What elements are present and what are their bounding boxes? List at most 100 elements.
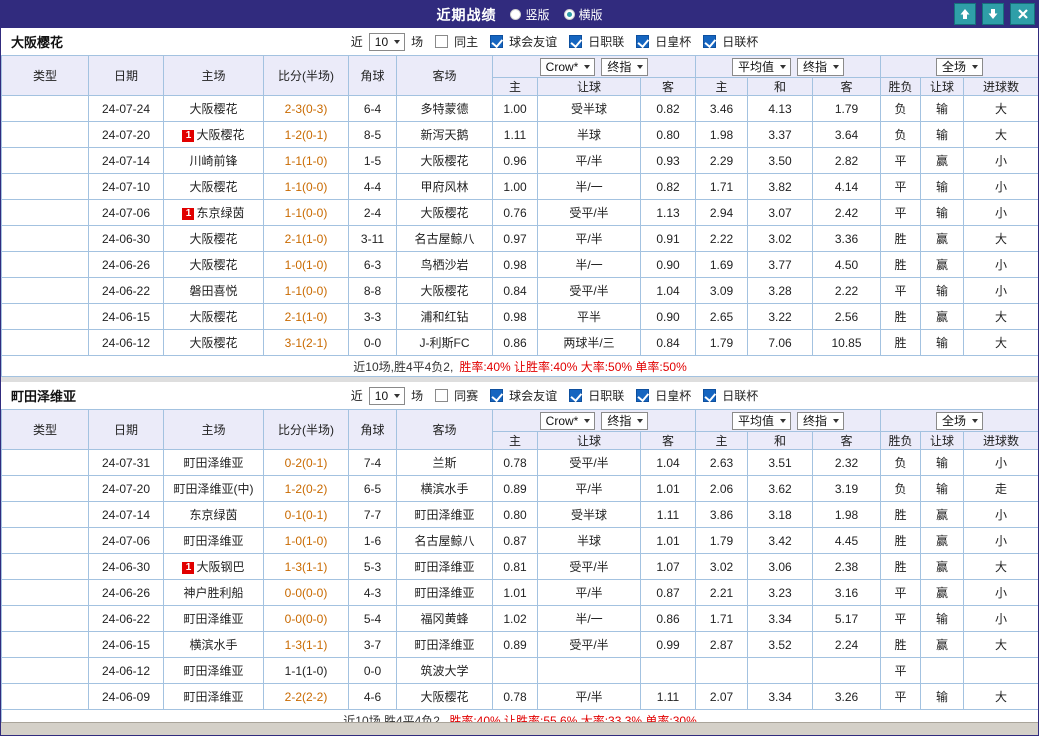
result-cell: 小 [963,277,1038,304]
score-cell: 1-2(0-2) [263,475,349,502]
away-team-name: 横滨水手 [420,482,469,496]
average-odds-cell: 3.51 [747,449,813,476]
date-cell: 24-06-22 [88,605,164,632]
average-odds-cell: 3.86 [695,501,748,528]
column-header: 比分(半场) [263,409,349,450]
matches-label: 场 [411,35,424,49]
league-checkbox-2[interactable] [636,389,650,402]
league-checkbox-0[interactable] [490,389,504,402]
home-team-cell: 大阪樱花 [163,173,264,200]
away-team-name: 多特蒙德 [420,102,469,116]
average-odds-cell: 3.62 [747,475,813,502]
odds-cell: 0.76 [492,199,538,226]
column-header: 让球 [537,431,641,450]
odds-company-select[interactable]: Crow* [539,57,596,76]
league-checkbox-1[interactable] [569,389,583,402]
odds-cell: 受半球 [537,501,641,528]
column-header: 日期 [88,55,164,96]
home-team-cell: 町田泽维亚(中) [163,475,264,502]
same-condition-label: 同赛 [454,389,479,403]
date-cell: 24-06-15 [88,303,164,330]
scope-select[interactable]: 全场 [936,411,984,430]
odds-cell: 0.98 [492,303,538,330]
column-header: 类型 [1,409,89,450]
result-cell: 大 [963,225,1038,252]
result-cell: 胜 [880,631,922,658]
home-team-cell: 磐田喜悦 [163,277,264,304]
match-row: 日职联 24-07-06 1 东京绿茵 1-1(0-0) 2-4 大阪樱花 0.76 受平/半 1… [1,199,1038,226]
scope-select[interactable]: 全场 [936,57,984,76]
column-header: 主场 [163,409,264,450]
average-odds-cell: 1.71 [695,605,748,632]
home-team-cell: 东京绿茵 [163,501,264,528]
result-cell: 小 [963,605,1038,632]
league-checkbox-0[interactable] [490,35,504,48]
average-odds-cell: 3.46 [695,95,748,122]
odds-company-select[interactable]: Crow* [539,411,596,430]
odds-cell: 0.84 [640,329,696,356]
section-header: 近 10 场 同主 球会友谊 日职联 日皇杯 日联杯 大阪樱花 [1,28,1038,55]
league-checkbox-2[interactable] [636,35,650,48]
away-team-cell: 横滨水手 [396,475,493,502]
odds-cell: 1.07 [640,553,696,580]
odds-final-select[interactable]: 终指 [601,57,649,76]
match-count-select[interactable]: 10 [368,32,406,51]
away-team-name: 名古屋鲸八 [414,534,475,548]
league-checkbox-label-2: 日皇杯 [655,35,692,49]
view-option-vertical[interactable]: 竖版 [510,6,550,23]
scroll-down-button[interactable] [982,3,1004,25]
column-header: 客 [811,431,882,450]
same-condition-checkbox[interactable] [435,35,449,48]
view-option-horizontal[interactable]: 横版 [563,6,603,23]
average-select[interactable]: 平均值 [731,411,791,430]
summary-stats: 胜率:40% 让胜率:40% 大率:50% 单率:50% [459,359,687,374]
odds-final-select[interactable]: 终指 [601,411,649,430]
horizontal-scrollbar[interactable] [1,722,1038,735]
radio-icon [510,9,522,20]
title-bar-center: 近期战绩 竖版 横版 [1,5,1038,25]
odds-cell: 1.04 [640,277,696,304]
result-cell: 赢 [920,501,965,528]
result-cell: 赢 [920,553,965,580]
away-team-cell: 大阪樱花 [396,199,493,226]
result-cell: 输 [920,199,965,226]
league-checkbox-3[interactable] [703,389,717,402]
average-odds-cell: 1.98 [811,501,882,528]
result-cell: 小 [963,527,1038,554]
odds-cell: 0.93 [640,147,696,174]
home-team-name: 大阪樱花 [196,128,245,142]
result-cell: 大 [963,95,1038,122]
view-option-horizontal-label: 横版 [578,8,603,22]
league-checkbox-1[interactable] [569,35,583,48]
corners-cell: 5-3 [348,553,397,580]
score-cell: 1-1(0-0) [263,277,349,304]
column-header: 客 [640,77,696,96]
league-cell: 日皇杯 [1,329,89,356]
average-odds-cell: 1.79 [695,527,748,554]
away-team-name: 兰斯 [432,456,457,470]
corners-cell: 3-7 [348,631,397,658]
odds-cell [492,657,538,684]
league-cell: 日职联 [1,147,89,174]
home-team-cell: 町田泽维亚 [163,605,264,632]
scroll-up-button[interactable] [954,3,976,25]
close-button[interactable] [1010,3,1035,25]
corners-cell: 4-3 [348,579,397,606]
average-select[interactable]: 平均值 [731,57,791,76]
average-final-select[interactable]: 终指 [797,57,845,76]
date-cell: 24-06-12 [88,657,164,684]
match-row: 日职联 24-07-14 川崎前锋 1-1(1-0) 1-5 大阪樱花 0.96 平/半 0.9… [1,147,1038,174]
average-final-select[interactable]: 终指 [797,411,845,430]
column-header: 角球 [348,409,397,450]
average-odds-cell: 2.42 [811,199,882,226]
match-count-select[interactable]: 10 [368,386,406,405]
same-condition-checkbox[interactable] [435,389,449,402]
result-cell: 小 [963,173,1038,200]
league-checkbox-3[interactable] [703,35,717,48]
near-label: 近 [350,389,363,403]
date-cell: 24-06-12 [88,329,164,356]
away-team-name: 甲府风林 [420,180,469,194]
odds-cell: 0.80 [640,121,696,148]
league-checkbox-label-2: 日皇杯 [655,389,692,403]
corners-cell: 4-4 [348,173,397,200]
